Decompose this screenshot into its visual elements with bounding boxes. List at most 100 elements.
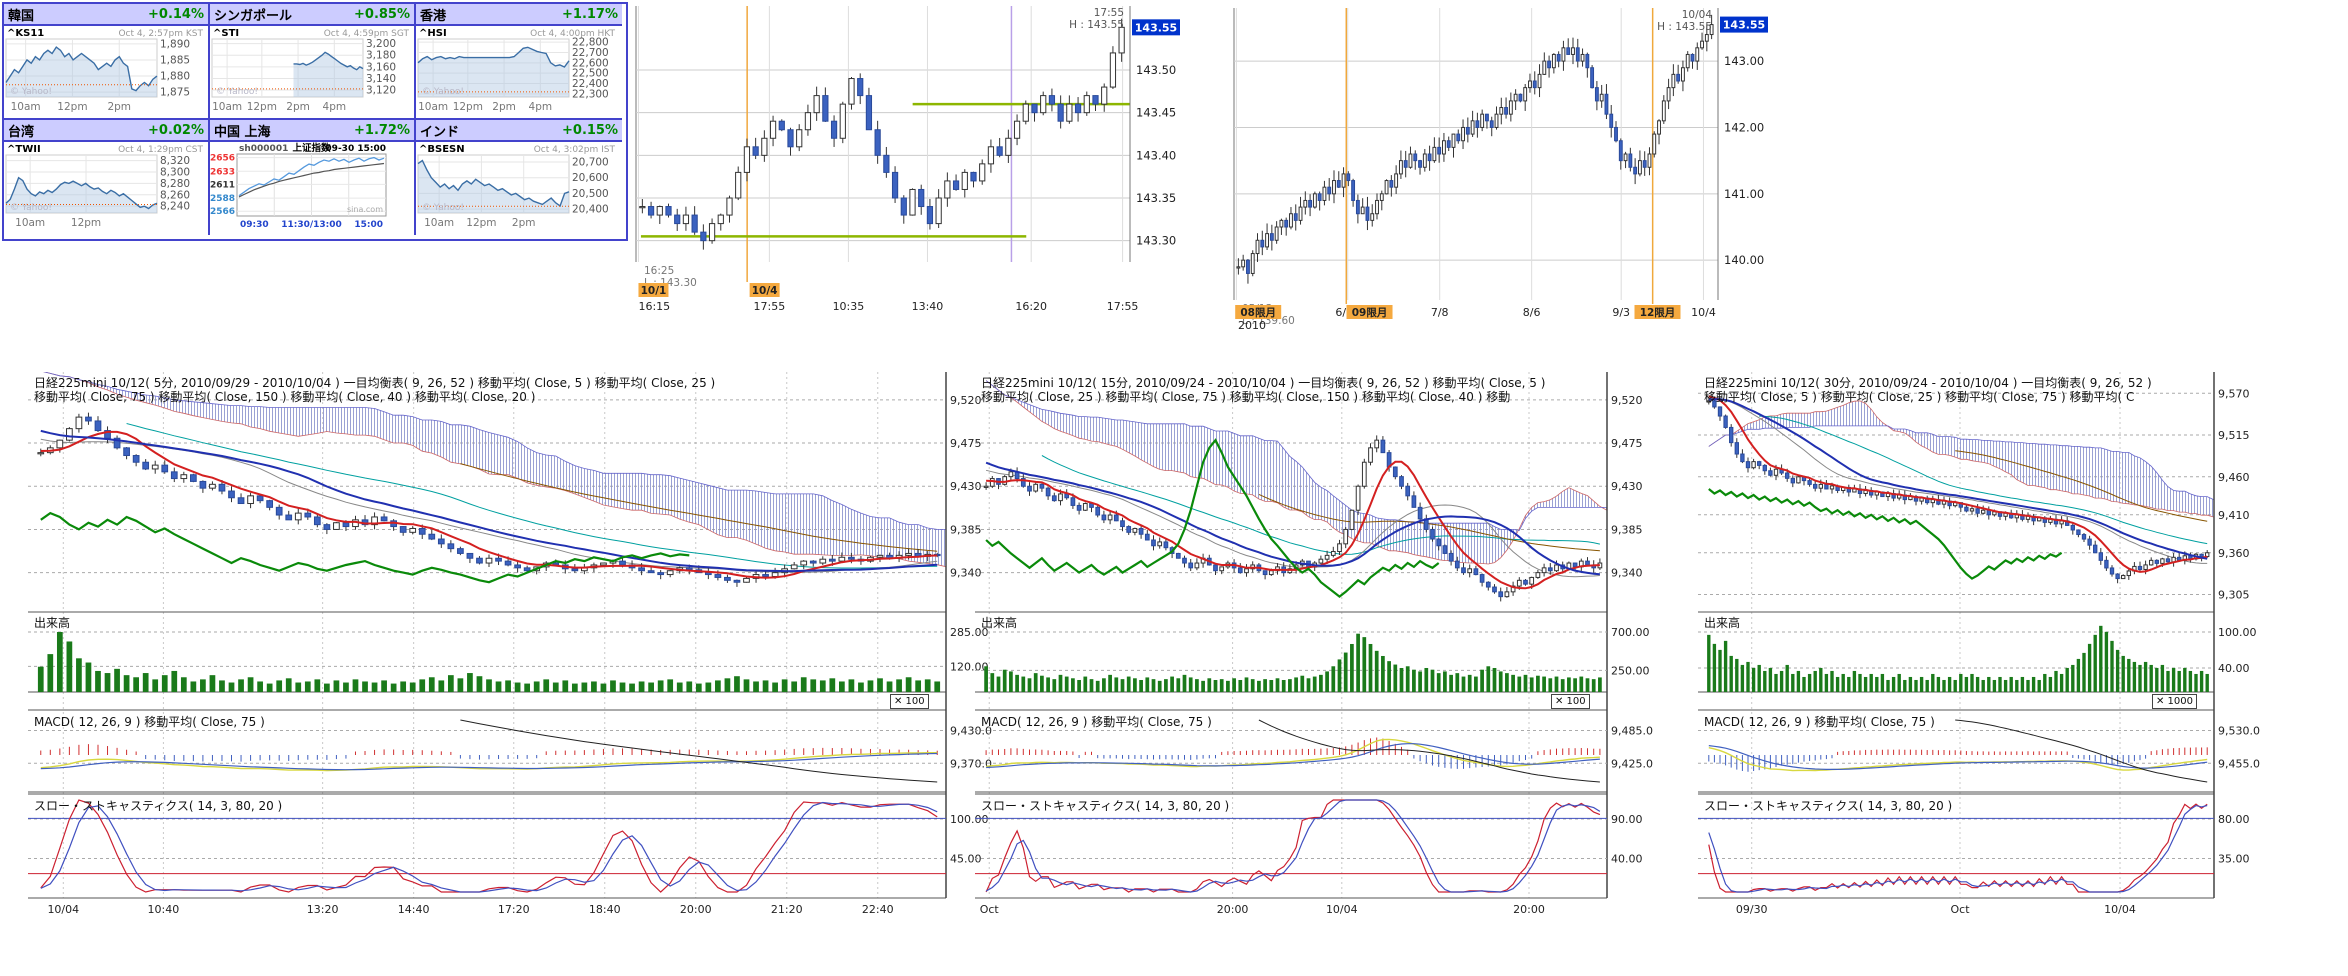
market-cell-2[interactable]: 香港+1.17%^HSIOct 4, 4:00pm HKT10am12pm2pm…	[416, 4, 622, 120]
market-cell-4[interactable]: 中国 上海+1.72%sh000001上证指数09-30 15:00265626…	[210, 120, 416, 235]
nikkei-15min-chart: Oct20:0010/0420:009,5209,4759,4309,3859,…	[975, 372, 1665, 932]
svg-text:10/4: 10/4	[1691, 306, 1716, 319]
svg-text:9,475: 9,475	[1611, 437, 1643, 450]
svg-text:8,320: 8,320	[160, 155, 190, 167]
svg-text:10:35: 10:35	[833, 300, 865, 313]
svg-text:4pm: 4pm	[323, 101, 347, 113]
svg-text:142.00: 142.00	[1724, 120, 1764, 134]
price-pane	[38, 372, 996, 587]
volume-scale-badge: ✕ 100	[890, 694, 929, 709]
asia-markets-grid: 韓国+0.14%^KS11Oct 4, 2:57pm KST10am12pm2p…	[2, 2, 628, 241]
market-cell-0[interactable]: 韓国+0.14%^KS11Oct 4, 2:57pm KST10am12pm2p…	[4, 4, 210, 120]
svg-text:© Yahoo!: © Yahoo!	[422, 203, 464, 213]
svg-text:9,530.0: 9,530.0	[2218, 725, 2260, 738]
svg-text:3,160: 3,160	[366, 61, 396, 73]
market-cell-3[interactable]: 台湾+0.02%^TWIIOct 4, 1:29pm CST10am12pm8,…	[4, 120, 210, 235]
svg-text:10am: 10am	[15, 217, 45, 229]
market-sparkline: ^BSESNOct 4, 3:02pm IST10am12pm2pm20,700…	[416, 142, 618, 234]
svg-text:9,430: 9,430	[1611, 480, 1643, 493]
market-name: シンガポール	[214, 5, 292, 24]
volume-scale-badge: ✕ 1000	[2152, 694, 2197, 709]
fx-intraday-candle-chart: 143.50143.45143.40143.35143.3016:1517:55…	[630, 0, 1206, 330]
svg-text:143.45: 143.45	[1136, 106, 1176, 120]
svg-text:143.30: 143.30	[1136, 234, 1176, 248]
svg-text:^BSESN: ^BSESN	[419, 144, 465, 155]
svg-text:15:00: 15:00	[354, 220, 383, 230]
market-sparkline: ^TWIIOct 4, 1:29pm CST10am12pm8,3208,300…	[4, 142, 206, 234]
svg-text:20:00: 20:00	[1513, 903, 1545, 916]
svg-text:16:25: 16:25	[644, 265, 674, 277]
svg-text:16:15: 16:15	[638, 300, 670, 313]
svg-text:09:30: 09:30	[240, 220, 269, 230]
svg-text:H : 143.55: H : 143.55	[1657, 21, 1712, 33]
svg-text:^TWII: ^TWII	[7, 144, 41, 155]
svg-text:8,300: 8,300	[160, 167, 190, 179]
svg-text:Oct 4, 1:29pm CST: Oct 4, 1:29pm CST	[118, 145, 203, 155]
svg-text:09限月: 09限月	[1352, 307, 1388, 319]
svg-text:20,500: 20,500	[572, 188, 609, 200]
nikkei-30min-chart: 09/30Oct10/049,5709,5159,4609,4109,3609,…	[1698, 372, 2312, 932]
svg-text:18:40: 18:40	[589, 903, 621, 916]
svg-text:141.00: 141.00	[1724, 187, 1764, 201]
svg-text:14:40: 14:40	[398, 903, 430, 916]
svg-text:143.40: 143.40	[1136, 148, 1176, 162]
market-change-percent: +1.72%	[354, 123, 410, 138]
svg-text:12限月: 12限月	[1640, 307, 1676, 319]
svg-text:16:20: 16:20	[1015, 300, 1047, 313]
svg-text:09-30 15:00: 09-30 15:00	[325, 144, 386, 154]
svg-text:21:20: 21:20	[771, 903, 803, 916]
market-header: 韓国+0.14%	[4, 4, 208, 26]
svg-text:143.50: 143.50	[1136, 63, 1176, 77]
svg-text:Oct 4, 3:02pm IST: Oct 4, 3:02pm IST	[534, 145, 616, 155]
market-change-percent: +0.02%	[148, 123, 204, 138]
svg-text:8,240: 8,240	[160, 201, 190, 213]
svg-text:^HSI: ^HSI	[419, 28, 447, 39]
svg-text:80.00: 80.00	[2218, 813, 2250, 826]
svg-text:12pm: 12pm	[453, 101, 483, 113]
market-header: 中国 上海+1.72%	[210, 120, 414, 142]
svg-text:40.00: 40.00	[2218, 662, 2250, 675]
svg-text:1,885: 1,885	[160, 54, 190, 66]
svg-text:3,120: 3,120	[366, 85, 396, 97]
svg-text:9,460: 9,460	[2218, 471, 2250, 484]
svg-text:17:55: 17:55	[754, 300, 786, 313]
svg-text:13:20: 13:20	[307, 903, 339, 916]
svg-text:^KS11: ^KS11	[7, 28, 44, 39]
svg-text:20:00: 20:00	[1217, 903, 1249, 916]
svg-text:10/04: 10/04	[1326, 903, 1358, 916]
svg-text:2pm: 2pm	[512, 217, 536, 229]
svg-text:17:55: 17:55	[1094, 7, 1124, 19]
svg-text:1,880: 1,880	[160, 71, 190, 83]
svg-text:7/8: 7/8	[1431, 306, 1449, 319]
svg-text:© Yahoo!: © Yahoo!	[216, 87, 258, 97]
svg-text:^STI: ^STI	[213, 28, 239, 39]
svg-text:20,600: 20,600	[572, 172, 609, 184]
svg-text:© Yahoo!: © Yahoo!	[10, 87, 52, 97]
market-cell-1[interactable]: シンガポール+0.85%^STIOct 4, 4:59pm SGT10am12p…	[210, 4, 416, 120]
svg-text:20,700: 20,700	[572, 157, 609, 169]
svg-text:35.00: 35.00	[2218, 852, 2250, 865]
svg-text:2633: 2633	[210, 167, 235, 177]
svg-text:9,520: 9,520	[1611, 394, 1643, 407]
market-header: シンガポール+0.85%	[210, 4, 414, 26]
svg-text:10/04: 10/04	[1682, 9, 1713, 21]
svg-text:20,400: 20,400	[572, 204, 609, 216]
market-header: インド+0.15%	[416, 120, 622, 142]
svg-text:22:40: 22:40	[862, 903, 894, 916]
price-pane	[984, 381, 1665, 602]
market-name: 台湾	[8, 121, 34, 140]
volume-scale-badge: ✕ 100	[1551, 694, 1590, 709]
svg-text:8/6: 8/6	[1523, 306, 1541, 319]
svg-text:9,515: 9,515	[2218, 429, 2250, 442]
market-name: 香港	[420, 5, 446, 24]
svg-text:2588: 2588	[210, 194, 235, 204]
svg-text:H : 143.55: H : 143.55	[1069, 19, 1124, 31]
svg-text:09/30: 09/30	[1736, 903, 1768, 916]
svg-text:90.00: 90.00	[1611, 813, 1643, 826]
market-sparkline: ^STIOct 4, 4:59pm SGT10am12pm2pm4pm3,200…	[210, 26, 412, 118]
market-cell-5[interactable]: インド+0.15%^BSESNOct 4, 3:02pm IST10am12pm…	[416, 120, 622, 235]
svg-text:10am: 10am	[11, 101, 41, 113]
svg-text:sh000001: sh000001	[239, 144, 288, 154]
svg-text:17:20: 17:20	[498, 903, 530, 916]
market-sparkline: ^KS11Oct 4, 2:57pm KST10am12pm2pm1,8901,…	[4, 26, 206, 118]
